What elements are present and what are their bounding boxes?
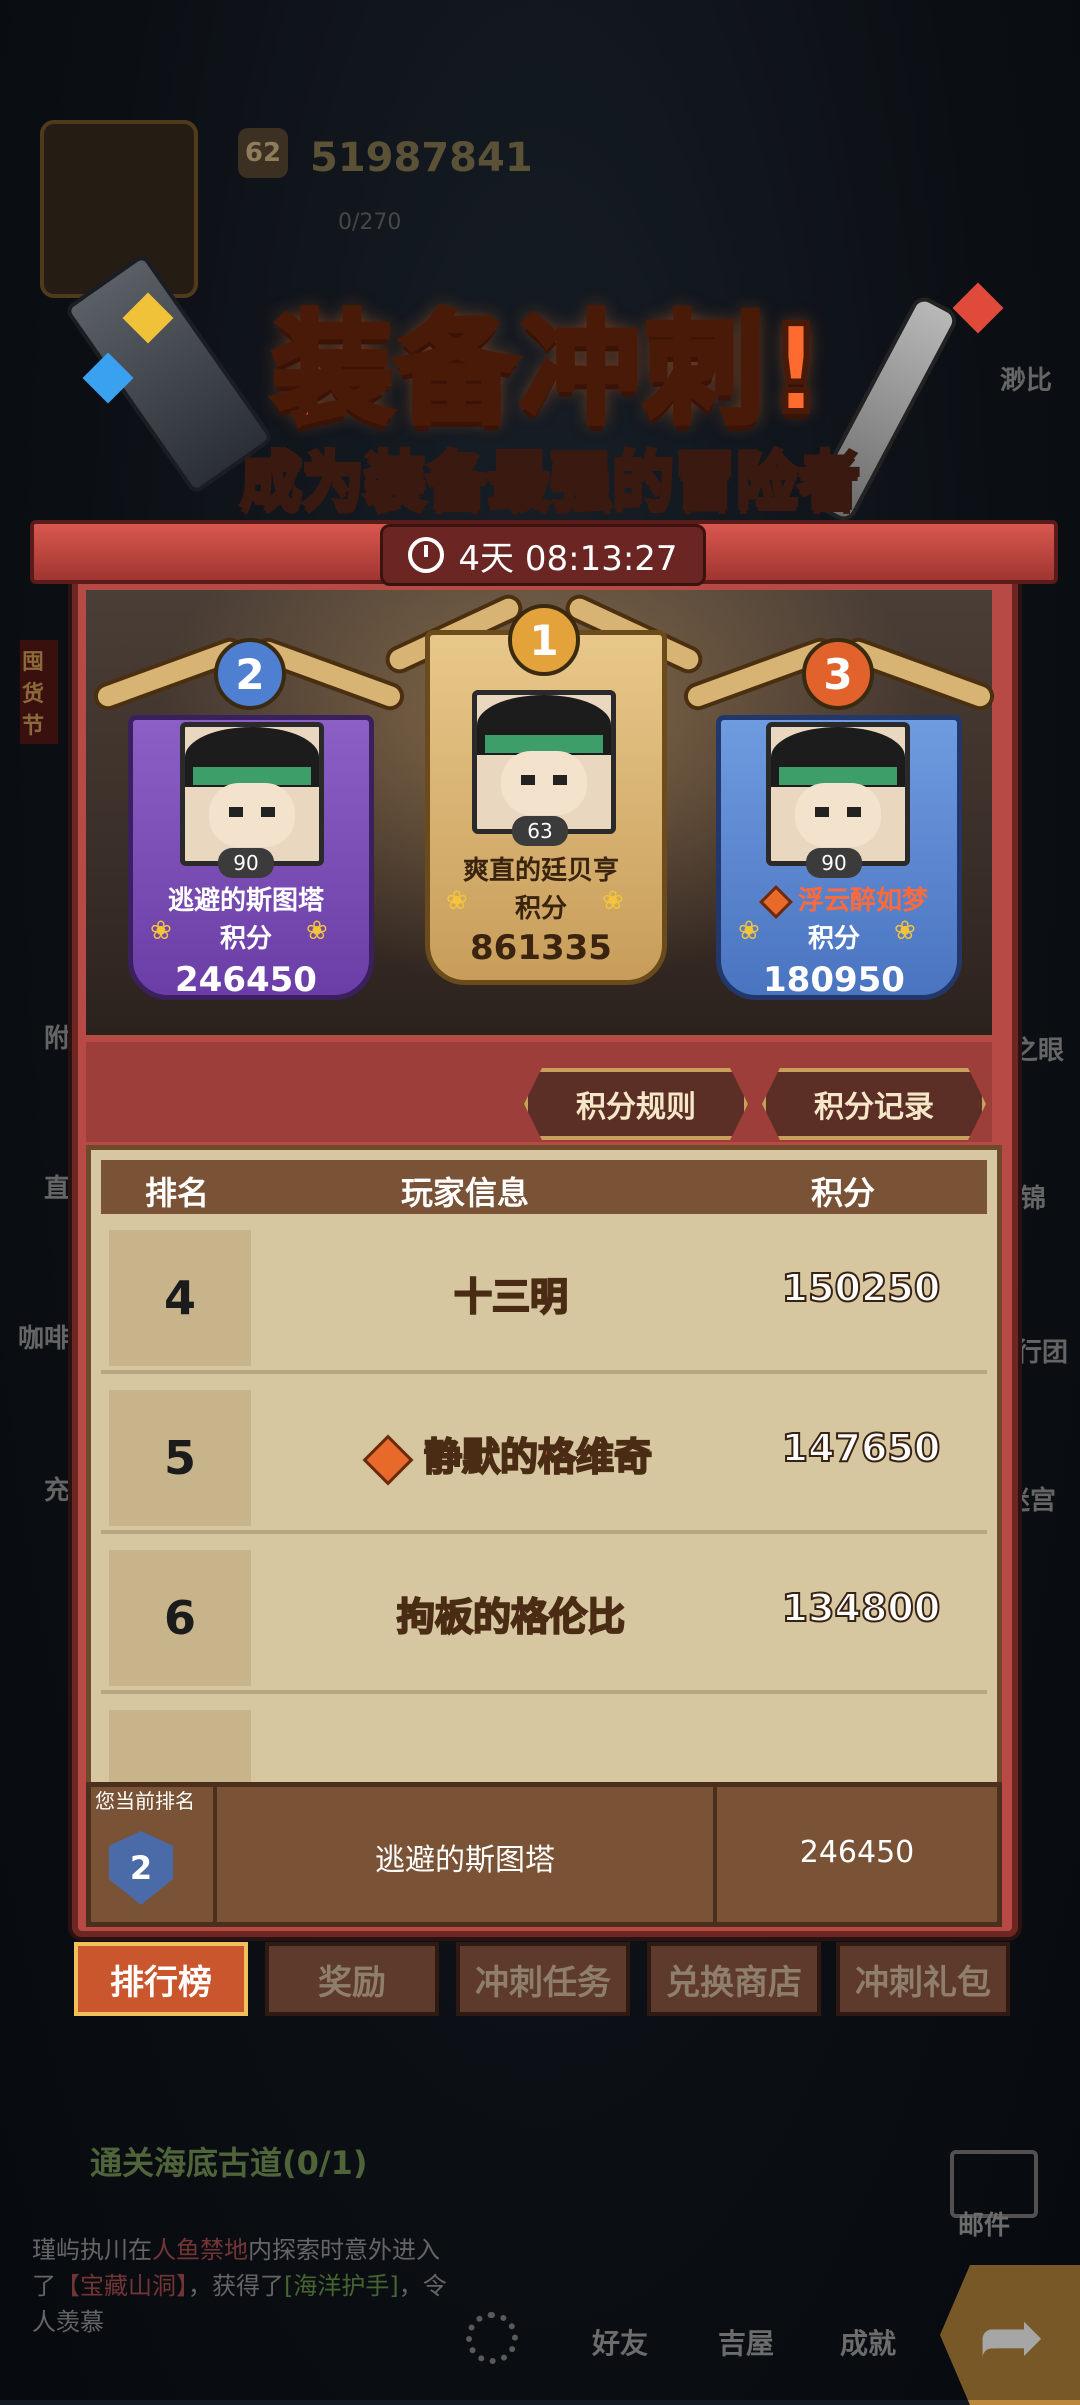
my-rank-shield-icon: 2 (109, 1831, 173, 1905)
table-row[interactable] (101, 1700, 987, 1790)
header-player: 玩家信息 (401, 1174, 530, 1212)
table-row[interactable]: 4 十三明 150250 (101, 1220, 987, 1374)
rank-cell: 5 (109, 1390, 251, 1526)
player-name: 静默的格维奇 (261, 1426, 761, 1485)
level-badge-rank-2: 90 (218, 848, 274, 878)
score-rank-2: 246450 (175, 960, 317, 1000)
rank-1-badge: 1 (508, 604, 580, 676)
score-rank-1: 861335 (470, 928, 612, 968)
tab-sprint-pack[interactable]: 冲刺礼包 (836, 1942, 1010, 2016)
paw-icon: ❀ (306, 916, 328, 946)
player-name-rank-2: 逃避的斯图塔 (167, 886, 324, 916)
player-score: 150250 (781, 1265, 942, 1311)
header-score: 积分 (811, 1174, 876, 1212)
level-badge-rank-1: 63 (512, 816, 568, 846)
clock-icon (408, 537, 445, 573)
vip-badge-icon (362, 1434, 414, 1485)
table-row[interactable]: 5 静默的格维奇 147650 (101, 1380, 987, 1534)
tab-sprint-tasks[interactable]: 冲刺任务 (456, 1942, 630, 2016)
rank-3-badge: 3 (802, 638, 874, 710)
vip-badge-icon (759, 884, 793, 919)
player-score: 134800 (781, 1585, 942, 1631)
player-name-rank-1: 爽直的廷贝亨 (462, 856, 619, 886)
player-name: 十三明 (453, 1274, 569, 1320)
avatar-rank-2 (180, 722, 324, 866)
player-score: 147650 (781, 1425, 942, 1471)
event-timer: 4天 08:13:27 (380, 524, 706, 586)
avatar-rank-3 (766, 722, 910, 866)
score-records-button[interactable]: 积分记录 (762, 1068, 986, 1140)
avatar-rank-1 (472, 690, 616, 834)
rank-cell: 6 (109, 1550, 251, 1686)
leaderboard-list[interactable]: 排名 玩家信息 积分 4 十三明 150250 5 静默的格维奇 147650 … (86, 1145, 1002, 1795)
event-title: 装备冲刺! (270, 298, 828, 443)
rank-2-badge: 2 (214, 638, 286, 710)
tab-leaderboard[interactable]: 排行榜 (74, 1942, 248, 2016)
list-header: 排名 玩家信息 积分 (101, 1160, 987, 1214)
my-player-name: 逃避的斯图塔 (375, 1843, 555, 1878)
my-rank-label: 您当前排名 (95, 1789, 195, 1813)
score-rules-button[interactable]: 积分规则 (524, 1068, 748, 1140)
my-score: 246450 (799, 1835, 915, 1870)
timer-text: 4天 08:13:27 (458, 538, 678, 579)
rank-cell: 4 (109, 1230, 251, 1366)
paw-icon: ❀ (602, 886, 624, 916)
table-row[interactable]: 6 拘板的格伦比 134800 (101, 1540, 987, 1694)
tab-rewards[interactable]: 奖励 (265, 1942, 439, 2016)
tab-exchange-shop[interactable]: 兑换商店 (647, 1942, 821, 2016)
player-name-rank-3: 浮云醉如梦 (726, 880, 966, 919)
player-name: 拘板的格伦比 (396, 1594, 626, 1640)
level-badge-rank-3: 90 (806, 848, 862, 878)
my-rank-bar: 您当前排名 2 逃避的斯图塔 246450 (86, 1782, 1002, 1927)
paw-icon: ❀ (894, 916, 916, 946)
event-subtitle: 成为装备最强的冒险者 (238, 442, 862, 519)
header-rank: 排名 (145, 1174, 210, 1212)
score-rank-3: 180950 (763, 960, 905, 1000)
